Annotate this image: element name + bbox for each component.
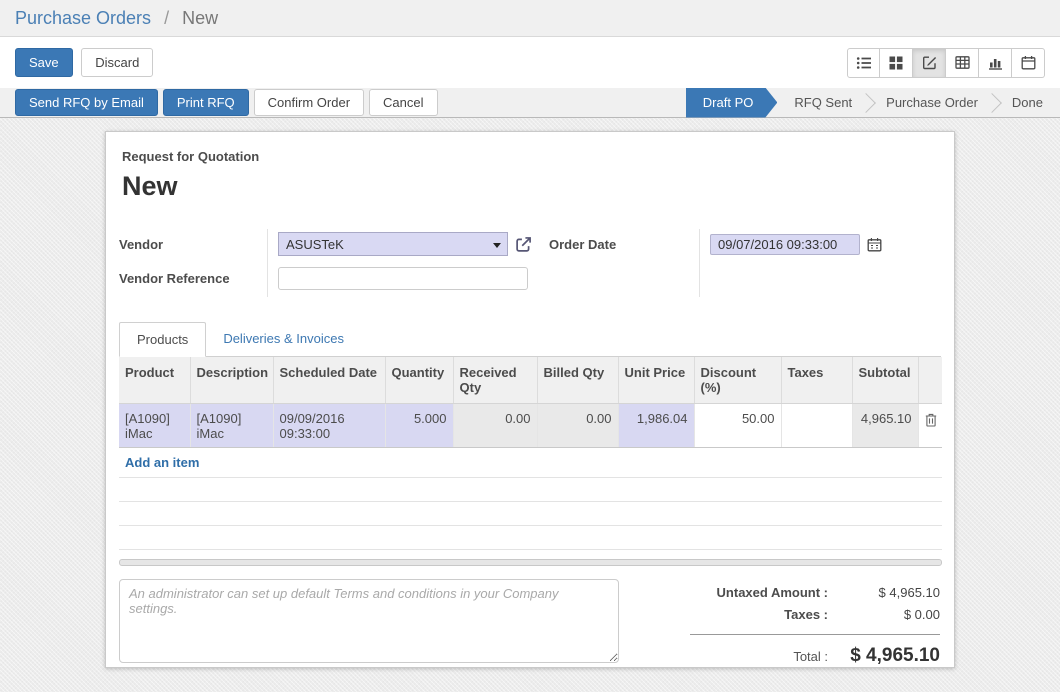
cell-discount[interactable]: 50.00 [694, 404, 781, 448]
confirm-order-button[interactable]: Confirm Order [254, 89, 364, 116]
pivot-view-button[interactable] [946, 48, 979, 78]
col-actions [918, 357, 942, 404]
col-unit-price[interactable]: Unit Price [618, 357, 694, 404]
vendor-reference-input[interactable] [278, 267, 528, 290]
taxes-value: $ 0.00 [828, 607, 940, 622]
add-an-item-link[interactable]: Add an item [119, 448, 942, 478]
untaxed-amount-label: Untaxed Amount : [717, 585, 828, 600]
content-area: Request for Quotation New Vendor Vendor … [0, 118, 1060, 692]
cell-taxes[interactable] [781, 404, 852, 448]
right-field-group: Order Date 09/07/2016 09:33:00 [549, 229, 941, 297]
kanban-view-button[interactable] [880, 48, 913, 78]
form-toolbar: Save Discard [0, 37, 1060, 88]
vendor-select[interactable]: ASUSTeK [278, 232, 508, 256]
list-icon [856, 55, 872, 71]
delete-row-button[interactable] [918, 404, 942, 448]
workflow-buttons: Send RFQ by Email Print RFQ Confirm Orde… [15, 89, 443, 116]
form-sheet: Request for Quotation New Vendor Vendor … [105, 131, 955, 668]
left-field-values: ASUSTeK [267, 229, 549, 297]
total-label: Total : [793, 649, 828, 664]
discard-button[interactable]: Discard [81, 48, 153, 77]
order-date-input[interactable]: 09/07/2016 09:33:00 [710, 234, 860, 255]
status-bar: Send RFQ by Email Print RFQ Confirm Orde… [0, 88, 1060, 118]
record-buttons: Save Discard [15, 48, 158, 77]
left-field-group: Vendor Vendor Reference ASUSTeK [119, 229, 549, 297]
untaxed-amount-value: $ 4,965.10 [828, 585, 940, 600]
order-date-label: Order Date [549, 229, 699, 259]
total-value: $ 4,965.10 [828, 645, 940, 667]
cell-scheduled-date[interactable]: 09/09/2016 09:33:00 [273, 404, 385, 448]
notebook-tabs: Products Deliveries & Invoices [119, 322, 941, 357]
external-link-icon[interactable] [515, 236, 532, 253]
right-field-labels: Order Date [549, 229, 699, 297]
sheet-footer: Untaxed Amount : $ 4,965.10 Taxes : $ 0.… [119, 579, 941, 668]
kanban-icon [889, 56, 903, 70]
col-received-qty[interactable]: Received Qty [453, 357, 537, 404]
breadcrumb: Purchase Orders / New [15, 8, 218, 29]
page-title: New [122, 171, 941, 202]
status-stages: Draft PO RFQ Sent Purchase Order Done [686, 88, 1060, 118]
col-description[interactable]: Description [190, 357, 273, 404]
order-lines-table: Product Description Scheduled Date Quant… [119, 357, 942, 550]
tab-deliveries-invoices[interactable]: Deliveries & Invoices [206, 322, 361, 357]
taxes-label: Taxes : [784, 607, 828, 622]
table-header-row: Product Description Scheduled Date Quant… [119, 357, 942, 404]
stage-draft-po[interactable]: Draft PO [686, 88, 778, 118]
cell-quantity[interactable]: 5.000 [385, 404, 453, 448]
save-button[interactable]: Save [15, 48, 73, 77]
trash-icon [925, 413, 937, 427]
cell-description[interactable]: [A1090] iMac [190, 404, 273, 448]
print-rfq-button[interactable]: Print RFQ [163, 89, 249, 116]
list-view-button[interactable] [847, 48, 880, 78]
col-subtotal[interactable]: Subtotal [852, 357, 918, 404]
col-product[interactable]: Product [119, 357, 190, 404]
col-taxes[interactable]: Taxes [781, 357, 852, 404]
cell-unit-price[interactable]: 1,986.04 [618, 404, 694, 448]
calendar-view-button[interactable] [1012, 48, 1045, 78]
tab-products[interactable]: Products [119, 322, 206, 357]
graph-view-button[interactable] [979, 48, 1012, 78]
cell-billed-qty: 0.00 [537, 404, 618, 448]
cell-received-qty: 0.00 [453, 404, 537, 448]
stage-purchase-order[interactable]: Purchase Order [869, 88, 995, 118]
form-icon [922, 55, 937, 70]
cancel-button[interactable]: Cancel [369, 89, 437, 116]
vendor-reference-label: Vendor Reference [119, 263, 267, 293]
table-row: [A1090] iMac [A1090] iMac 09/09/2016 09:… [119, 404, 942, 448]
calendar-icon [1021, 55, 1036, 70]
view-switcher [847, 48, 1045, 78]
terms-conditions-textarea[interactable] [119, 579, 619, 663]
empty-row [119, 478, 942, 502]
breadcrumb-current: New [182, 8, 218, 28]
cell-product[interactable]: [A1090] iMac [119, 404, 190, 448]
empty-row [119, 502, 942, 526]
breadcrumb-separator: / [164, 8, 169, 28]
list-horizontal-scrollbar[interactable] [119, 559, 942, 566]
col-discount[interactable]: Discount (%) [694, 357, 781, 404]
send-rfq-by-email-button[interactable]: Send RFQ by Email [15, 89, 158, 116]
top-bar: Purchase Orders / New [0, 0, 1060, 37]
totals-divider [690, 634, 940, 635]
field-groups: Vendor Vendor Reference ASUSTeK [119, 229, 941, 297]
graph-icon [988, 55, 1003, 70]
pivot-icon [955, 55, 970, 70]
stage-done[interactable]: Done [995, 88, 1060, 118]
breadcrumb-purchase-orders[interactable]: Purchase Orders [15, 8, 151, 28]
vendor-label: Vendor [119, 229, 267, 259]
col-scheduled-date[interactable]: Scheduled Date [273, 357, 385, 404]
cell-subtotal: 4,965.10 [852, 404, 918, 448]
left-field-labels: Vendor Vendor Reference [119, 229, 267, 297]
empty-row [119, 526, 942, 550]
datepicker-calendar-icon[interactable] [867, 237, 882, 252]
add-item-row: Add an item [119, 448, 942, 478]
totals-block: Untaxed Amount : $ 4,965.10 Taxes : $ 0.… [619, 579, 941, 668]
col-quantity[interactable]: Quantity [385, 357, 453, 404]
right-field-values: 09/07/2016 09:33:00 [699, 229, 941, 297]
form-view-button[interactable] [913, 48, 946, 78]
document-type-label: Request for Quotation [119, 149, 941, 164]
col-billed-qty[interactable]: Billed Qty [537, 357, 618, 404]
